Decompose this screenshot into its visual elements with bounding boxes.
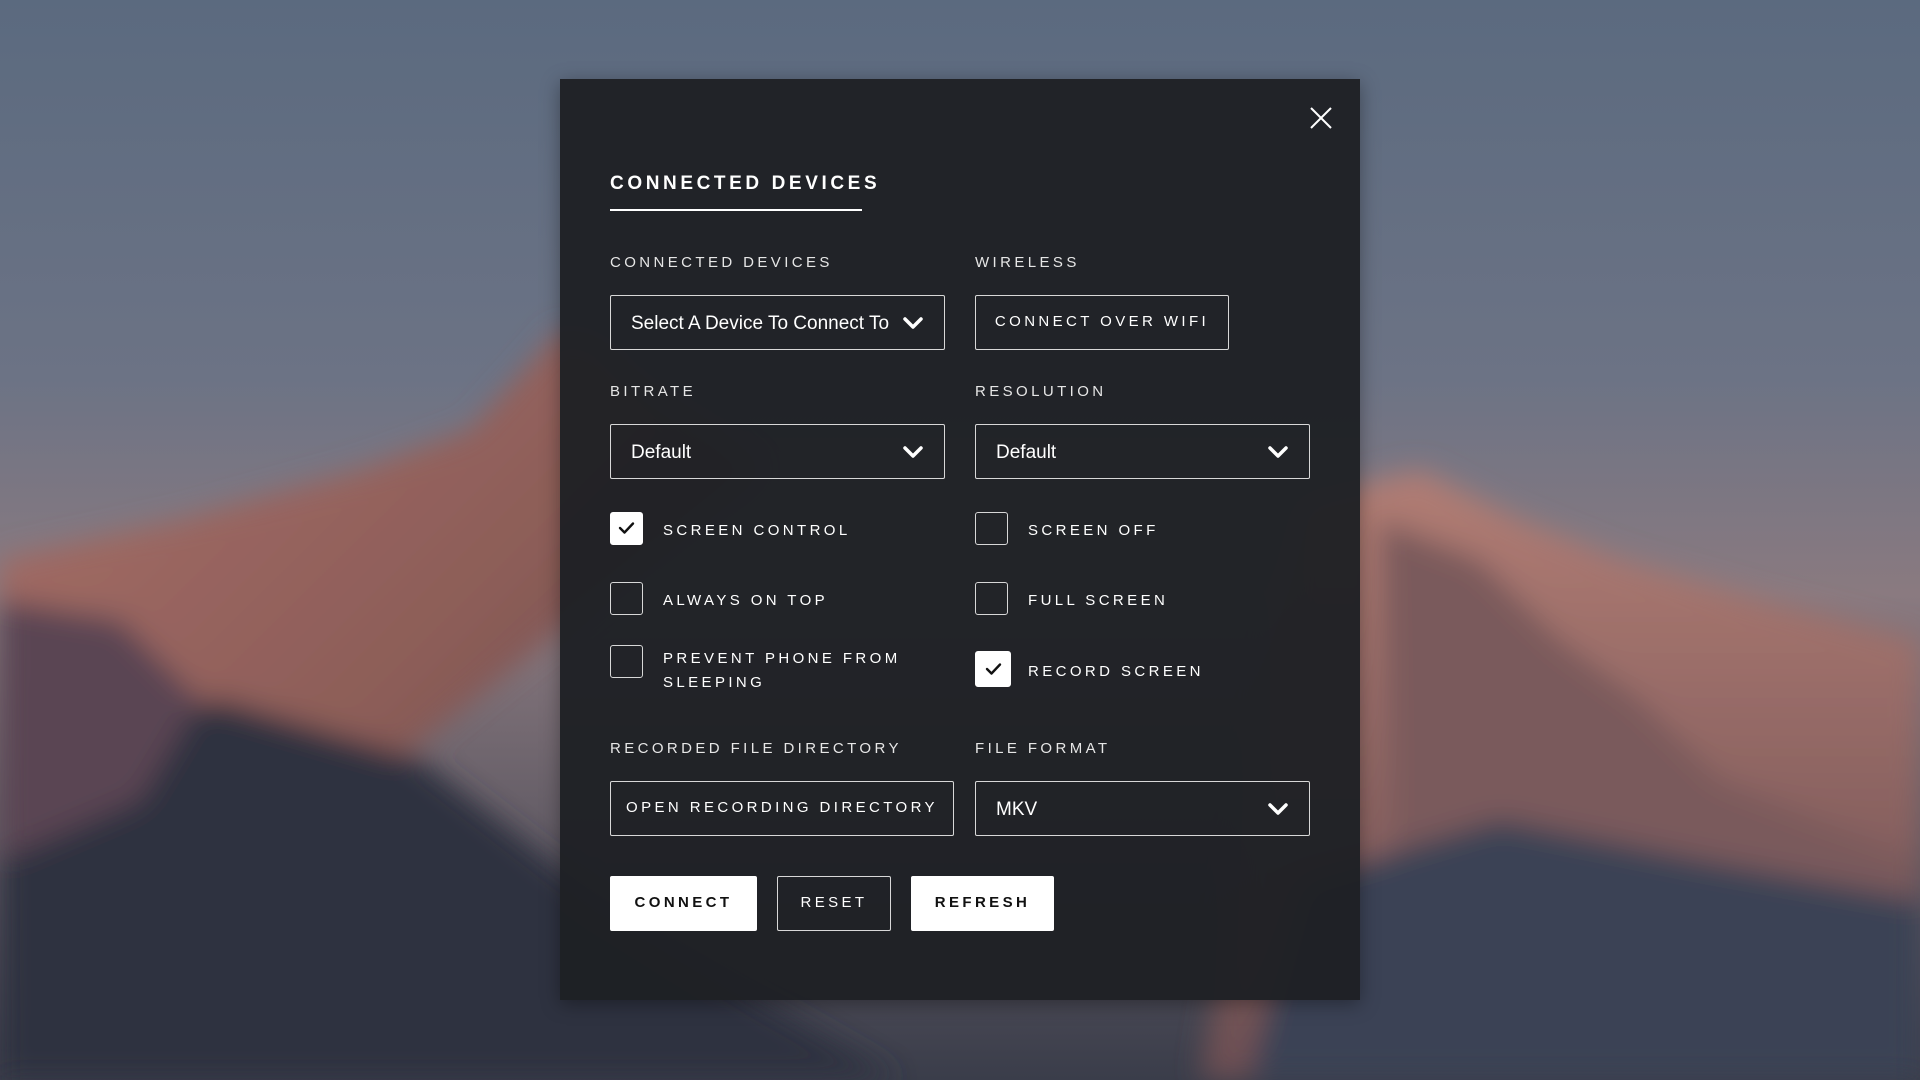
resolution-select-value: Default	[996, 442, 1057, 463]
always-on-top-label: ALWAYS ON TOP	[663, 592, 829, 609]
chevron-down-icon	[903, 446, 923, 458]
checkbox-box[interactable]	[610, 645, 643, 678]
full-screen-label: FULL SCREEN	[1028, 592, 1169, 609]
resolution-label: RESOLUTION	[975, 383, 1107, 400]
always-on-top-checkbox[interactable]: ALWAYS ON TOP	[610, 582, 930, 616]
file-format-select[interactable]: MKV	[975, 781, 1310, 836]
chevron-down-icon	[1268, 446, 1288, 458]
device-select-value: Select A Device To Connect To	[631, 313, 890, 334]
connect-button[interactable]: CONNECT	[610, 876, 757, 931]
resolution-select[interactable]: Default	[975, 424, 1310, 479]
bitrate-select-value: Default	[631, 442, 692, 463]
bitrate-select[interactable]: Default	[610, 424, 945, 479]
prevent-sleep-checkbox[interactable]: PREVENT PHONE FROM SLEEPING	[610, 645, 940, 705]
file-format-select-value: MKV	[996, 799, 1038, 820]
close-icon	[1310, 107, 1332, 129]
checkmark-icon	[985, 663, 1002, 675]
record-screen-label: RECORD SCREEN	[1028, 663, 1204, 680]
screen-control-label: SCREEN CONTROL	[663, 522, 851, 539]
checkbox-box[interactable]	[610, 512, 643, 545]
wireless-label: WIRELESS	[975, 254, 1080, 271]
device-select[interactable]: Select A Device To Connect To	[610, 295, 945, 350]
checkmark-icon	[618, 522, 635, 534]
prevent-sleep-label-line2: SLEEPING	[663, 674, 766, 691]
connected-devices-label: CONNECTED DEVICES	[610, 254, 833, 271]
connect-over-wifi-button[interactable]: CONNECT OVER WIFI	[975, 295, 1229, 350]
file-format-label: FILE FORMAT	[975, 740, 1111, 757]
screen-off-label: SCREEN OFF	[1028, 522, 1159, 539]
record-screen-checkbox[interactable]: RECORD SCREEN	[975, 651, 1295, 687]
chevron-down-icon	[1268, 803, 1288, 815]
refresh-button[interactable]: REFRESH	[911, 876, 1054, 931]
checkbox-box[interactable]	[975, 582, 1008, 615]
close-button[interactable]	[1306, 103, 1336, 133]
title-underline	[610, 209, 862, 211]
bitrate-label: BITRATE	[610, 383, 697, 400]
screen-control-checkbox[interactable]: SCREEN CONTROL	[610, 512, 930, 546]
open-recording-directory-button[interactable]: OPEN RECORDING DIRECTORY	[610, 781, 954, 836]
full-screen-checkbox[interactable]: FULL SCREEN	[975, 582, 1295, 616]
dialog-title: CONNECTED DEVICES	[610, 173, 881, 194]
chevron-down-icon	[903, 317, 923, 329]
checkbox-box[interactable]	[975, 651, 1011, 687]
connected-devices-dialog: CONNECTED DEVICES CONNECTED DEVICES Sele…	[560, 79, 1360, 1000]
prevent-sleep-label-line1: PREVENT PHONE FROM	[663, 650, 901, 667]
reset-button[interactable]: RESET	[777, 876, 891, 931]
checkbox-box[interactable]	[975, 512, 1008, 545]
recorded-file-directory-label: RECORDED FILE DIRECTORY	[610, 740, 902, 757]
screen-off-checkbox[interactable]: SCREEN OFF	[975, 512, 1295, 546]
checkbox-box[interactable]	[610, 582, 643, 615]
